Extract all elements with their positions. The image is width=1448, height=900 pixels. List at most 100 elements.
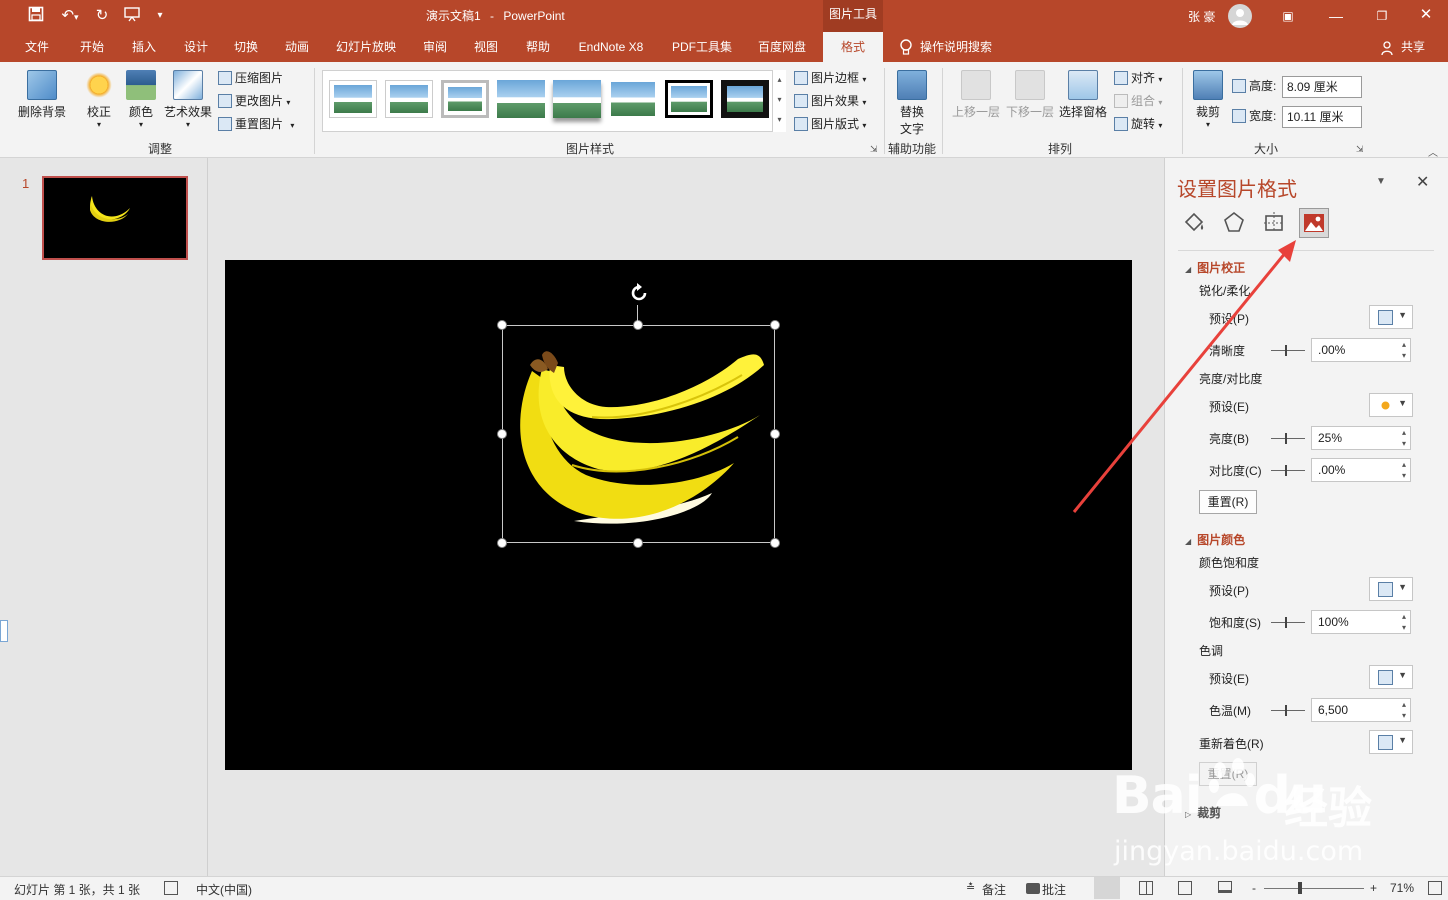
resize-handle-right[interactable] (770, 429, 780, 439)
tab-help[interactable]: 帮助 (518, 32, 558, 62)
share-button[interactable]: 共享 (1398, 32, 1428, 62)
fit-to-window-icon[interactable] (1428, 881, 1442, 895)
crop-button[interactable]: 裁剪 ▾ (1188, 70, 1228, 129)
picture-style-thumbnail[interactable] (553, 80, 601, 118)
rotate-handle-icon[interactable] (628, 282, 650, 304)
slide-thumbnail[interactable] (42, 176, 188, 260)
tell-me-search[interactable]: 操作说明搜索 (920, 32, 1000, 62)
minimize-icon[interactable]: — (1326, 6, 1346, 26)
saturation-slider[interactable] (1271, 617, 1305, 628)
artistic-effects-button[interactable]: 艺术效果 ▾ (162, 70, 214, 129)
slideshow-view-icon[interactable] (1218, 881, 1232, 893)
saturation-preset-dropdown[interactable]: ▼ (1369, 577, 1413, 601)
resize-handle-bottom-left[interactable] (497, 538, 507, 548)
tab-pdf-tools[interactable]: PDF工具集 (666, 32, 738, 62)
tab-review[interactable]: 审阅 (415, 32, 455, 62)
bring-forward-button[interactable]: 上移一层 (948, 70, 1004, 120)
notes-button[interactable]: 备注 (982, 881, 1006, 898)
size-properties-icon[interactable] (1262, 210, 1286, 234)
temperature-input[interactable]: 6,500 (1311, 698, 1411, 722)
dialog-launcher-icon[interactable]: ⇲ (1356, 144, 1364, 155)
tab-format[interactable]: 格式 (823, 32, 883, 62)
avatar[interactable] (1228, 4, 1252, 28)
height-input[interactable]: 8.09 厘米 (1282, 76, 1362, 98)
comments-button[interactable]: 批注 (1042, 881, 1066, 898)
reset-picture-button[interactable]: 重置图片 ▾ (218, 114, 294, 134)
brightness-preset-dropdown[interactable]: ▼ (1369, 393, 1413, 417)
close-window-icon[interactable]: ✕ (1416, 5, 1436, 25)
tab-transitions[interactable]: 切换 (226, 32, 266, 62)
tab-design[interactable]: 设计 (176, 32, 216, 62)
effects-icon[interactable] (1222, 210, 1246, 234)
reading-view-icon[interactable] (1178, 881, 1192, 895)
tab-file[interactable]: 文件 (18, 32, 56, 62)
picture-style-thumbnail[interactable] (385, 80, 433, 118)
change-picture-button[interactable]: 更改图片 ▾ (218, 91, 290, 111)
picture-style-thumbnail[interactable] (329, 80, 377, 118)
brightness-input[interactable]: 25% (1311, 426, 1411, 450)
dialog-launcher-icon[interactable]: ⇲ (870, 144, 878, 155)
normal-view-icon[interactable] (1094, 877, 1120, 899)
undo-icon[interactable]: ↶▾ (56, 6, 84, 26)
resize-handle-top-right[interactable] (770, 320, 780, 330)
resize-handle-bottom[interactable] (633, 538, 643, 548)
slide-sorter-icon[interactable] (1139, 881, 1153, 895)
pane-options-icon[interactable]: ▼ (1376, 176, 1386, 187)
zoom-slider-thumb[interactable] (1298, 882, 1302, 894)
group-button[interactable]: 组合 ▾ (1114, 91, 1162, 111)
picture-style-thumbnail[interactable] (441, 80, 489, 118)
picture-icon[interactable] (1299, 208, 1329, 238)
gallery-scroll[interactable]: ▴ ▾ ▾ (772, 70, 786, 132)
saturation-input[interactable]: 100% (1311, 610, 1411, 634)
save-icon[interactable] (26, 6, 46, 26)
selection-pane-button[interactable]: 选择窗格 (1056, 70, 1110, 120)
ribbon-display-options-icon[interactable]: ▣ (1278, 6, 1298, 26)
customize-qat-icon[interactable]: ▾ (150, 6, 170, 26)
alt-text-button[interactable]: 替换 文字 (892, 70, 932, 137)
close-pane-icon[interactable]: ✕ (1416, 172, 1429, 192)
tab-endnote[interactable]: EndNote X8 (570, 32, 652, 62)
zoom-slider[interactable] (1264, 888, 1364, 889)
recolor-dropdown[interactable]: ▼ (1369, 730, 1413, 754)
pane-resize-tab[interactable] (0, 620, 8, 642)
send-backward-button[interactable]: 下移一层 (1002, 70, 1058, 120)
width-input[interactable]: 10.11 厘米 (1282, 106, 1362, 128)
picture-border-button[interactable]: 图片边框 ▾ (794, 68, 866, 88)
section-picture-color[interactable]: ◢ 图片颜色 (1185, 531, 1245, 548)
align-button[interactable]: 对齐 ▾ (1114, 68, 1162, 88)
tab-home[interactable]: 开始 (72, 32, 112, 62)
tone-preset-dropdown[interactable]: ▼ (1369, 665, 1413, 689)
sharpness-input[interactable]: .00% (1311, 338, 1411, 362)
picture-style-thumbnail[interactable] (497, 80, 545, 118)
language-indicator[interactable]: 中文(中国) (196, 881, 252, 898)
spell-check-icon[interactable] (164, 881, 178, 895)
restore-icon[interactable]: ❐ (1372, 6, 1392, 26)
temperature-slider[interactable] (1271, 705, 1305, 716)
tab-view[interactable]: 视图 (466, 32, 506, 62)
tab-baidu-netdisk[interactable]: 百度网盘 (750, 32, 814, 62)
resize-handle-bottom-right[interactable] (770, 538, 780, 548)
resize-handle-top-left[interactable] (497, 320, 507, 330)
corrections-button[interactable]: 校正 ▾ (80, 70, 118, 129)
contrast-input[interactable]: .00% (1311, 458, 1411, 482)
rotate-button[interactable]: 旋转 ▾ (1114, 114, 1162, 134)
fill-line-icon[interactable] (1182, 210, 1206, 234)
tab-insert[interactable]: 插入 (124, 32, 164, 62)
color-button[interactable]: 颜色 ▾ (122, 70, 160, 129)
zoom-out-button[interactable]: - (1252, 881, 1256, 895)
collapse-ribbon-icon[interactable]: ︿ (1428, 144, 1438, 159)
presentation-start-icon[interactable] (122, 6, 142, 26)
resize-handle-top[interactable] (633, 320, 643, 330)
tab-slideshow[interactable]: 幻灯片放映 (330, 32, 402, 62)
tab-animations[interactable]: 动画 (277, 32, 317, 62)
redo-icon[interactable]: ↻ (92, 6, 112, 26)
picture-style-thumbnail[interactable] (609, 80, 657, 118)
picture-layout-button[interactable]: 图片版式 ▾ (794, 114, 866, 134)
remove-background-button[interactable]: 删除背景 (14, 70, 70, 120)
picture-style-thumbnail[interactable] (665, 80, 713, 118)
compress-pictures-button[interactable]: 压缩图片 (218, 68, 283, 88)
user-name[interactable]: 张 豪 (1188, 8, 1215, 25)
zoom-in-button[interactable]: + (1370, 881, 1377, 895)
sharpen-preset-dropdown[interactable]: ▼ (1369, 305, 1413, 329)
picture-effects-button[interactable]: 图片效果 ▾ (794, 91, 866, 111)
